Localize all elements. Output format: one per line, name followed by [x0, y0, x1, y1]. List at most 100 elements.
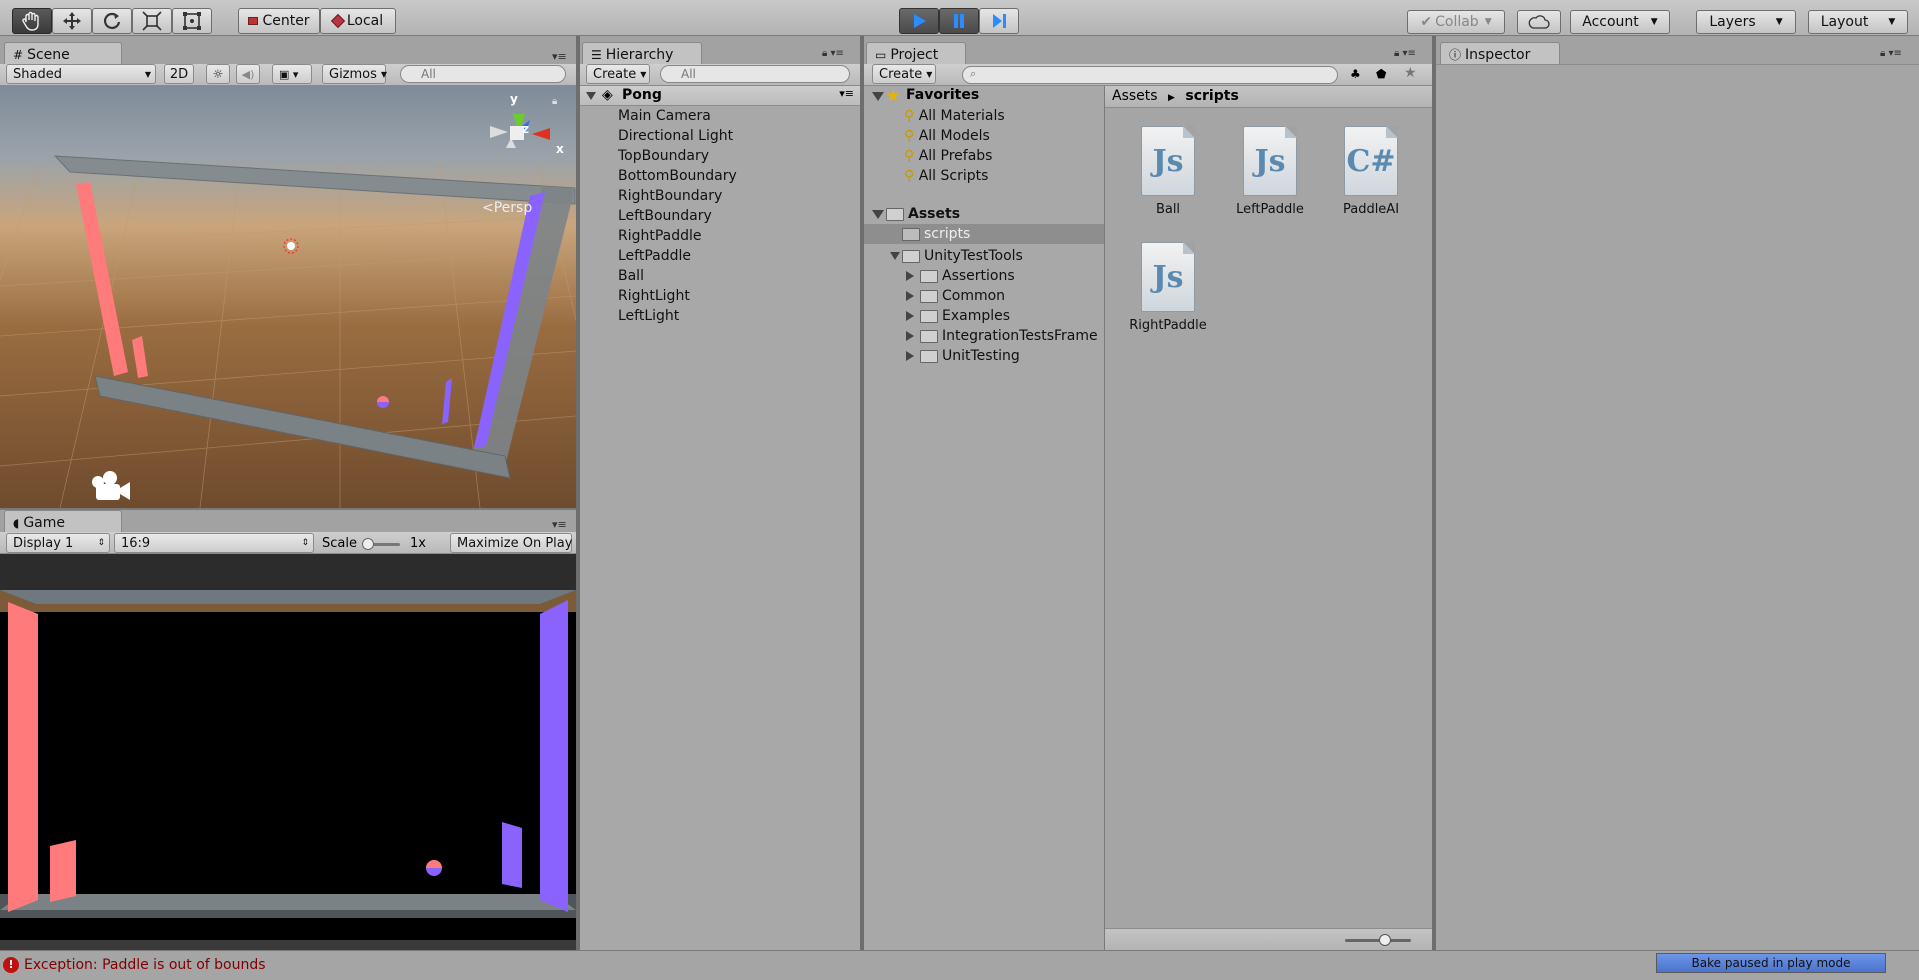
favorite-item[interactable]: ⚲ All Scripts — [904, 166, 988, 186]
hierarchy-lock-icon[interactable]: 🔒︎ ▾≡ — [822, 48, 844, 59]
aspect-dropdown[interactable]: 16:9 ⇕ — [114, 533, 314, 553]
project-search-input[interactable] — [962, 66, 1338, 84]
hand-tool-button[interactable] — [12, 8, 52, 34]
scene-row-menu-icon[interactable]: ▾≡ — [839, 87, 854, 100]
file-label[interactable]: LeftPaddle — [1220, 202, 1320, 217]
tab-scene[interactable]: # Scene — [4, 42, 122, 66]
pause-button[interactable] — [939, 8, 979, 34]
hierarchy-item[interactable]: Ball — [618, 266, 644, 286]
icon-size-slider-thumb[interactable] — [1379, 934, 1391, 946]
audio-toggle[interactable]: ◀) — [236, 64, 260, 84]
subfolder[interactable]: Assertions — [920, 266, 1015, 286]
scene-root-row[interactable]: ◈ Pong ▾≡ — [580, 86, 860, 106]
play-button[interactable] — [899, 8, 939, 34]
favorite-item[interactable]: ⚲ All Prefabs — [904, 146, 992, 166]
subfolder[interactable]: Examples — [920, 306, 1010, 326]
layers-dropdown[interactable]: Layers ▼ — [1696, 10, 1796, 34]
subfolder[interactable]: IntegrationTestsFrame — [920, 326, 1104, 346]
account-dropdown[interactable]: Account ▼ — [1570, 10, 1670, 34]
icon-size-slider[interactable] — [1345, 934, 1411, 946]
csharp-file-icon[interactable]: C# — [1344, 126, 1398, 196]
2d-toggle[interactable]: 2D — [164, 64, 194, 84]
file-label[interactable]: PaddleAI — [1321, 202, 1421, 217]
breadcrumb-assets[interactable]: Assets — [1112, 88, 1158, 104]
layout-dropdown[interactable]: Layout ▼ — [1808, 10, 1908, 34]
filter-by-label-icon[interactable]: ⬟ — [1376, 67, 1386, 81]
hierarchy-item[interactable]: LeftPaddle — [618, 246, 691, 266]
scale-slider[interactable] — [362, 538, 400, 550]
persp-label[interactable]: <Persp — [482, 200, 532, 216]
collapsed-arrow-icon[interactable] — [906, 351, 914, 361]
file-type-label: Js — [1152, 259, 1184, 295]
hierarchy-item[interactable]: TopBoundary — [618, 146, 709, 166]
scripts-folder[interactable]: scripts — [902, 224, 970, 244]
favorite-item[interactable]: ⚲ All Materials — [904, 106, 1005, 126]
inspector-lock-icon[interactable]: 🔒︎ ▾≡ — [1880, 48, 1902, 59]
effects-dropdown[interactable]: ▣ ▾ — [272, 64, 312, 84]
project-lock-icon[interactable]: 🔒︎ ▾≡ — [1394, 48, 1416, 59]
move-tool-button[interactable] — [52, 8, 92, 34]
lock-icon[interactable]: 🔒︎ — [552, 96, 557, 107]
assets-expand-arrow-icon[interactable] — [872, 210, 884, 219]
scale-tool-button[interactable] — [132, 8, 172, 34]
shading-mode-dropdown[interactable]: Shaded ▼ — [6, 64, 156, 84]
step-button[interactable] — [979, 8, 1019, 34]
hierarchy-item[interactable]: LeftBoundary — [618, 206, 712, 226]
hierarchy-item[interactable]: LeftLight — [618, 306, 679, 326]
tab-game[interactable]: ◖ Game — [4, 510, 122, 534]
tab-hierarchy[interactable]: ☰ Hierarchy — [582, 42, 702, 66]
scripts-folder-row[interactable]: scripts — [864, 224, 1104, 244]
favorites-expand-arrow-icon[interactable] — [872, 92, 884, 101]
expand-arrow-icon[interactable] — [586, 92, 596, 100]
unitytesttools-expand-arrow-icon[interactable] — [890, 252, 900, 260]
hierarchy-item[interactable]: Main Camera — [618, 106, 711, 126]
collapsed-arrow-icon[interactable] — [906, 331, 914, 341]
hierarchy-item[interactable]: Directional Light — [618, 126, 733, 146]
project-create-dropdown[interactable]: Create ▼ — [872, 64, 936, 84]
js-file-icon[interactable]: Js — [1141, 126, 1195, 196]
lighting-toggle[interactable]: ☼ — [206, 64, 230, 84]
hierarchy-item[interactable]: RightLight — [618, 286, 690, 306]
unitytesttools-folder[interactable]: UnityTestTools — [902, 246, 1023, 266]
subfolder[interactable]: Common — [920, 286, 1005, 306]
maximize-on-play-toggle[interactable]: Maximize On Play — [450, 533, 572, 553]
gizmos-dropdown[interactable]: Gizmos ▼ — [322, 64, 387, 84]
scene-panel-menu-icon[interactable]: ▾≡ — [552, 50, 567, 63]
scene-search-input[interactable]: All — [400, 65, 566, 83]
collapsed-arrow-icon[interactable] — [906, 311, 914, 321]
pivot-local-button[interactable]: Local — [320, 8, 396, 34]
display-dropdown[interactable]: Display 1 ⇕ — [6, 533, 110, 553]
cloud-button[interactable] — [1517, 10, 1561, 34]
file-label[interactable]: Ball — [1118, 202, 1218, 217]
game-panel-menu-icon[interactable]: ▾≡ — [552, 518, 567, 531]
js-file-icon[interactable]: Js — [1141, 242, 1195, 312]
scene-viewport[interactable]: y z x 🔒︎ <Persp — [0, 86, 576, 508]
file-label[interactable]: RightPaddle — [1118, 318, 1218, 333]
favorite-item[interactable]: ⚲ All Models — [904, 126, 990, 146]
assets-folder[interactable]: Assets — [886, 204, 960, 224]
tab-project[interactable]: ▭ Project — [866, 42, 966, 66]
pivot-center-button[interactable]: Center — [238, 8, 320, 34]
tab-inspector[interactable]: ⓘ Inspector — [1440, 42, 1560, 66]
favorite-star-icon[interactable]: ★ — [1404, 65, 1417, 81]
collapsed-arrow-icon[interactable] — [906, 271, 914, 281]
filter-by-type-icon[interactable]: ♣ — [1350, 67, 1361, 81]
unitytesttools-label: UnityTestTools — [924, 248, 1023, 264]
error-message[interactable]: Exception: Paddle is out of bounds — [24, 957, 266, 973]
subfolder[interactable]: UnitTesting — [920, 346, 1020, 366]
hierarchy-item[interactable]: BottomBoundary — [618, 166, 737, 186]
hierarchy-item[interactable]: RightPaddle — [618, 226, 702, 246]
collapsed-arrow-icon[interactable] — [906, 291, 914, 301]
hierarchy-search-input[interactable]: All — [660, 65, 850, 83]
rect-tool-button[interactable] — [172, 8, 212, 34]
js-file-icon[interactable]: Js — [1243, 126, 1297, 196]
scene-search-placeholder: All — [421, 67, 436, 81]
scale-slider-thumb[interactable] — [362, 538, 374, 550]
error-icon[interactable]: ! — [3, 957, 19, 973]
collab-dropdown[interactable]: ✔ Collab ▼ — [1407, 10, 1505, 34]
rotate-tool-button[interactable] — [92, 8, 132, 34]
hierarchy-item[interactable]: RightBoundary — [618, 186, 722, 206]
game-viewport[interactable] — [0, 554, 576, 950]
breadcrumb-scripts[interactable]: scripts — [1185, 88, 1238, 104]
hierarchy-create-dropdown[interactable]: Create ▼ — [586, 64, 650, 84]
